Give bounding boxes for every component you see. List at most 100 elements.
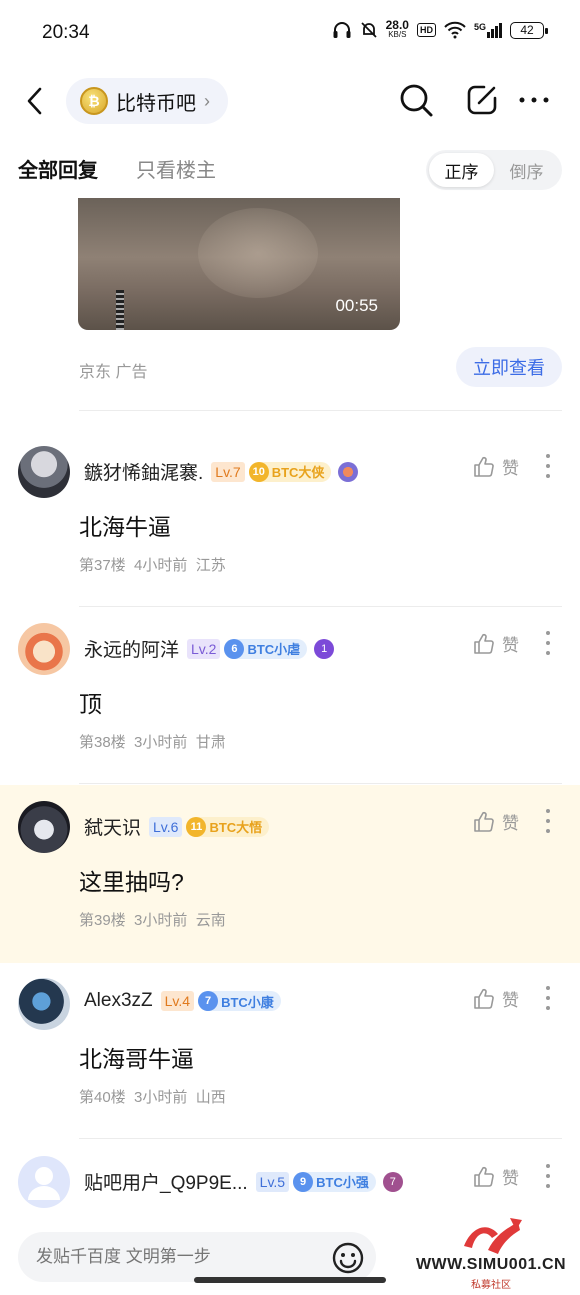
rank-label: BTC小虐 — [247, 642, 301, 657]
edit-post-icon[interactable] — [464, 82, 500, 118]
watermark-subtitle: 私募社区 — [471, 1280, 511, 1291]
network-speed: 28.0 KB/S — [385, 18, 409, 40]
ad-video-blur — [198, 208, 318, 298]
avatar[interactable] — [18, 1156, 70, 1208]
avatar[interactable] — [18, 446, 70, 498]
battery-indicator: 42 — [510, 21, 548, 39]
back-arrow-icon[interactable] — [22, 84, 50, 118]
user-line: Alex3zZ Lv.4 7 BTC小康 — [84, 990, 281, 1012]
floor-number: 第37楼 — [79, 557, 126, 574]
divider — [79, 410, 562, 411]
comment-more-icon[interactable] — [540, 452, 556, 480]
like-button[interactable]: 赞 — [472, 631, 519, 656]
rank-label: BTC小强 — [316, 1175, 369, 1190]
user-line: 永远的阿洋 Lv.2 6 BTC小虐 1 — [84, 635, 335, 662]
status-time: 20:34 — [42, 22, 90, 43]
rank-number: 10 — [248, 461, 269, 482]
emoji-icon[interactable] — [331, 1241, 365, 1275]
username[interactable]: 弑天识 — [84, 813, 141, 840]
forum-rank-badge: 10 BTC大侠 — [248, 461, 332, 482]
comment-item: 鏃犲悕鈾浘褰. Lv.7 10 BTC大侠 赞 北海牛逼 第37楼 4小时前 江苏 — [0, 430, 580, 608]
order-toggle: 正序 倒序 — [426, 150, 562, 190]
comment-more-icon[interactable] — [540, 807, 556, 835]
reply-filter-bar: 全部回复 只看楼主 正序 倒序 — [0, 140, 580, 198]
medal-icon: 1 — [314, 638, 335, 659]
reply-input[interactable] — [18, 1232, 376, 1282]
username[interactable]: 永远的阿洋 — [84, 635, 179, 662]
forum-rank-badge: 9 BTC小强 — [293, 1171, 376, 1192]
top-nav-bar: ₿ 比特币吧 › — [0, 68, 580, 134]
default-user-icon — [28, 1167, 60, 1200]
speed-value: 28.0 — [385, 18, 409, 32]
like-label: 赞 — [502, 459, 519, 478]
more-options-icon[interactable] — [516, 82, 552, 118]
post-time: 3小时前 — [134, 1089, 188, 1106]
level-badge: Lv.6 — [149, 816, 183, 837]
divider — [79, 1138, 562, 1139]
like-button[interactable]: 赞 — [472, 454, 519, 479]
username[interactable]: 贴吧用户_Q9P9E... — [84, 1168, 248, 1195]
avatar[interactable] — [18, 801, 70, 853]
comment-more-icon[interactable] — [540, 1162, 556, 1190]
comment-meta: 第38楼 3小时前 甘肃 — [79, 731, 226, 752]
post-location: 云南 — [195, 912, 226, 929]
bitcoin-coin-icon: ₿ — [80, 87, 108, 115]
post-location: 甘肃 — [195, 734, 226, 751]
forum-rank-badge: 11 BTC大悟 — [186, 816, 270, 837]
floor-number: 第39楼 — [79, 912, 126, 929]
watermark: WWW.SIMU001.CN 私募社区 — [402, 1212, 580, 1295]
status-icons: 28.0 KB/S HD 5G 42 — [332, 18, 548, 40]
watermark-site: WWW.SIMU001.CN — [415, 1256, 567, 1273]
comment-more-icon[interactable] — [540, 984, 556, 1012]
thumbs-up-icon — [474, 1166, 494, 1187]
cellular-signal-icon: 5G — [474, 22, 502, 38]
comment-item: 永远的阿洋 Lv.2 6 BTC小虐 1 赞 顶 第38楼 3小时前 甘肃 — [0, 607, 580, 785]
watermark-logo-icon — [464, 1218, 522, 1254]
post-location: 江苏 — [195, 557, 226, 574]
comment-item: 弑天识 Lv.6 11 BTC大悟 赞 这里抽吗? 第39楼 3小时前 云南 — [0, 785, 580, 963]
forum-rank-badge: 7 BTC小康 — [198, 991, 281, 1011]
like-button[interactable]: 赞 — [472, 986, 519, 1011]
order-descending-button[interactable]: 倒序 — [494, 153, 559, 187]
user-line: 弑天识 Lv.6 11 BTC大悟 — [84, 813, 270, 840]
username[interactable]: Alex3zZ — [84, 990, 153, 1012]
avatar[interactable] — [18, 623, 70, 675]
order-ascending-button[interactable]: 正序 — [429, 153, 494, 187]
forum-entry-button[interactable]: ₿ 比特币吧 › — [66, 78, 228, 124]
tab-op-only[interactable]: 只看楼主 — [136, 154, 216, 183]
comment-meta: 第39楼 3小时前 云南 — [79, 909, 226, 930]
comment-meta: 第40楼 3小时前 山西 — [79, 1086, 226, 1107]
comment-content: 北海牛逼 — [79, 514, 171, 540]
user-line: 贴吧用户_Q9P9E... Lv.5 9 BTC小强 7 — [84, 1168, 403, 1195]
like-label: 赞 — [502, 991, 519, 1010]
comment-more-icon[interactable] — [540, 629, 556, 657]
avatar[interactable] — [18, 978, 70, 1030]
home-indicator[interactable] — [194, 1277, 386, 1283]
rank-label: BTC大悟 — [209, 820, 263, 835]
status-bar: 20:34 28.0 KB/S HD 5G 42 — [0, 0, 580, 68]
search-icon[interactable] — [398, 82, 434, 118]
username[interactable]: 鏃犲悕鈾浘褰. — [84, 458, 203, 485]
forum-rank-badge: 6 BTC小虐 — [224, 638, 308, 659]
level-badge: Lv.7 — [211, 461, 245, 482]
comment-content: 北海哥牛逼 — [79, 1046, 194, 1072]
medal-icon: 7 — [382, 1171, 403, 1192]
chevron-right-icon: › — [204, 90, 210, 111]
level-badge: Lv.2 — [187, 638, 221, 659]
ad-view-now-button[interactable]: 立即查看 — [456, 347, 562, 387]
rank-label: BTC大侠 — [271, 465, 325, 480]
thumbs-up-icon — [474, 988, 494, 1009]
hd-badge: HD — [416, 23, 436, 37]
ad-video-thumbnail[interactable]: 00:55 — [78, 198, 400, 330]
tab-all-replies[interactable]: 全部回复 — [18, 154, 98, 183]
divider — [79, 783, 562, 784]
comment-item: 贴吧用户_Q9P9E... Lv.5 9 BTC小强 7 赞 — [0, 1140, 580, 1218]
floor-number: 第38楼 — [79, 734, 126, 751]
post-time: 3小时前 — [134, 734, 188, 751]
like-button[interactable]: 赞 — [472, 809, 519, 834]
rank-number: 11 — [186, 816, 207, 837]
level-badge: Lv.5 — [255, 1171, 290, 1192]
post-time: 3小时前 — [134, 912, 188, 929]
like-button[interactable]: 赞 — [472, 1164, 519, 1189]
like-label: 赞 — [502, 636, 519, 655]
